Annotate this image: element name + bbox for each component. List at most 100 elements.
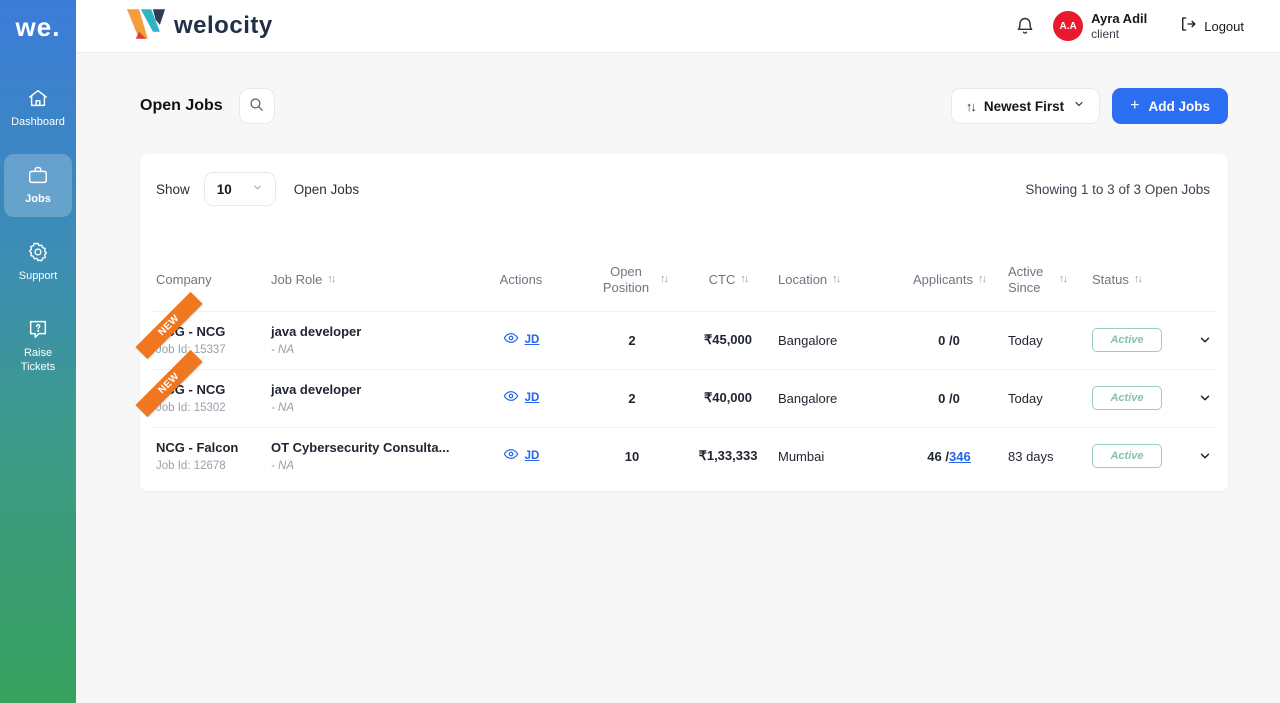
sort-icon: ↑↓ [740,273,747,287]
applicants-cell: 46 /346 [890,449,1008,464]
gear-icon [27,241,49,263]
top-header: welocity A.A Ayra Adil client [76,0,1280,53]
notification-bell-icon[interactable] [1015,16,1035,36]
company-cell: NCG - Falcon Job Id: 12678 [156,440,271,472]
open-jobs-table-card: Show 10 Open Jobs Showing 1 to 3 of 3 Op… [140,154,1228,491]
sort-dropdown[interactable]: ↑↓ Newest First [951,88,1100,124]
view-eye-icon[interactable] [503,388,519,409]
location-cell: Bangalore [778,333,890,348]
actions-cell: JD [456,330,586,351]
col-applicants[interactable]: Applicants↑↓ [890,272,1008,288]
search-button[interactable] [239,88,275,124]
logout-label: Logout [1204,19,1244,34]
sort-icon: ↑↓ [327,273,334,287]
table-row: NEW NCG - NCG Job Id: 15302 java develop… [152,369,1216,427]
col-location[interactable]: Location↑↓ [778,272,890,288]
col-open-position[interactable]: Open Position↑↓ [586,264,678,297]
open-positions-cell: 2 [586,333,678,348]
col-actions: Actions [456,272,586,288]
sidebar-item-dashboard[interactable]: Dashboard [4,77,72,140]
header-right: A.A Ayra Adil client Logout [1015,11,1244,41]
applicants-total-link[interactable]: 346 [949,449,971,464]
page-size-select[interactable]: 10 [204,172,276,206]
actions-cell: JD [456,446,586,467]
jd-link[interactable]: JD [525,450,540,462]
sidebar-item-jobs[interactable]: Jobs [4,154,72,217]
page-toolbar: Open Jobs ↑↓ Newest First + [140,88,1228,124]
chevron-down-icon [1073,97,1085,115]
logout-button[interactable]: Logout [1179,15,1244,38]
add-jobs-button[interactable]: + Add Jobs [1112,88,1228,124]
job-role-cell: OT Cybersecurity Consulta... - NA [271,440,456,472]
ctc-cell: ₹1,33,333 [678,448,778,464]
table-header-row: Company Job Role↑↓ Actions Open Position… [152,254,1216,311]
open-positions-cell: 2 [586,391,678,406]
active-since-cell: Today [1008,391,1092,406]
sort-selected-value: Newest First [984,99,1064,114]
add-jobs-label: Add Jobs [1148,99,1210,114]
sort-icon: ↑↓ [1059,273,1066,287]
content-area: Open Jobs ↑↓ Newest First + [76,53,1280,703]
col-job-role[interactable]: Job Role↑↓ [271,272,456,288]
app-root: we. Dashboard Jobs Support Raise Tickets [0,0,1280,703]
job-role-cell: java developer - NA [271,324,456,356]
sidebar-item-label: Jobs [25,192,51,207]
show-label: Show [156,182,190,197]
applicants-cell: 0 /0 [890,391,1008,406]
job-id: Job Id: 12678 [156,460,271,472]
col-status[interactable]: Status↑↓ [1092,272,1198,288]
results-summary: Showing 1 to 3 of 3 Open Jobs [1025,182,1210,197]
applicants-total: /0 [949,391,960,406]
brand-logo: welocity [120,5,273,48]
sidebar-item-label: Raise Tickets [6,346,70,376]
col-ctc[interactable]: CTC↑↓ [678,272,778,288]
ctc-cell: ₹45,000 [678,332,778,348]
user-chip[interactable]: A.A Ayra Adil client [1053,11,1147,41]
table-row: NEW NCG - NCG Job Id: 15337 java develop… [152,311,1216,369]
sidebar-item-support[interactable]: Support [4,231,72,294]
row-expand-chevron-icon[interactable] [1198,449,1212,463]
table-controls: Show 10 Open Jobs Showing 1 to 3 of 3 Op… [152,172,1216,206]
chevron-down-icon [252,180,263,198]
brand-name: welocity [174,12,273,40]
status-badge: Active [1092,328,1162,352]
sidebar-item-raise-tickets[interactable]: Raise Tickets [4,308,72,386]
main-area: welocity A.A Ayra Adil client [76,0,1280,703]
status-cell: Active [1092,444,1198,468]
status-badge: Active [1092,386,1162,410]
row-expand-chevron-icon[interactable] [1198,333,1212,347]
plus-icon: + [1130,97,1139,115]
col-active-since[interactable]: Active Since↑↓ [1008,264,1092,297]
sort-icon: ↑↓ [978,273,985,287]
user-role: client [1091,27,1147,41]
search-icon [248,96,265,116]
status-badge: Active [1092,444,1162,468]
status-cell: Active [1092,328,1198,352]
job-role-cell: java developer - NA [271,382,456,414]
view-eye-icon[interactable] [503,330,519,351]
sort-icon: ↑↓ [832,273,839,287]
sidebar-item-label: Dashboard [11,115,65,130]
applicants-cell: 0 /0 [890,333,1008,348]
sidebar: we. Dashboard Jobs Support Raise Tickets [0,0,76,703]
row-expand-chevron-icon[interactable] [1198,391,1212,405]
help-bubble-icon [27,318,49,340]
status-cell: Active [1092,386,1198,410]
page-size-value: 10 [217,182,232,197]
sidebar-logo: we. [16,12,61,43]
location-cell: Bangalore [778,391,890,406]
user-name: Ayra Adil [1091,11,1147,27]
applicants-total: /0 [949,333,960,348]
logout-icon [1179,15,1197,38]
active-since-cell: 83 days [1008,449,1092,464]
jd-link[interactable]: JD [525,392,540,404]
active-since-cell: Today [1008,333,1092,348]
actions-cell: JD [456,388,586,409]
sidebar-item-label: Support [19,269,58,284]
jd-link[interactable]: JD [525,334,540,346]
toolbar-right: ↑↓ Newest First + Add Jobs [951,88,1228,124]
open-positions-cell: 10 [586,449,678,464]
view-eye-icon[interactable] [503,446,519,467]
job-id: Job Id: 15302 [156,402,271,414]
location-cell: Mumbai [778,449,890,464]
